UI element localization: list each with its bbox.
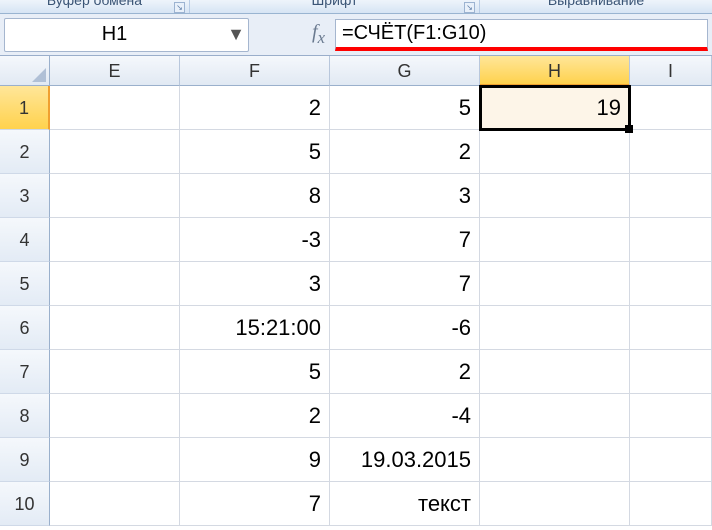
formula-area: fx =СЧЁТ(F1:G10) [255, 18, 708, 52]
cell-G4[interactable]: 7 [330, 218, 480, 262]
cell-G6[interactable]: -6 [330, 306, 480, 350]
cell-F9[interactable]: 9 [180, 438, 330, 482]
col-header-E[interactable]: E [50, 56, 180, 86]
row-header-9[interactable]: 9 [0, 438, 50, 482]
cell-G10[interactable]: текст [330, 482, 480, 526]
cell-E6[interactable] [50, 306, 180, 350]
cell-I6[interactable] [630, 306, 712, 350]
cell-I8[interactable] [630, 394, 712, 438]
col-header-G[interactable]: G [330, 56, 480, 86]
cell-I7[interactable] [630, 350, 712, 394]
cell-F7[interactable]: 5 [180, 350, 330, 394]
cell-H7[interactable] [480, 350, 630, 394]
row-header-10[interactable]: 10 [0, 482, 50, 526]
cell-I4[interactable] [630, 218, 712, 262]
cell-G9[interactable]: 19.03.2015 [330, 438, 480, 482]
select-all-triangle-icon [32, 68, 46, 82]
row-header-4[interactable]: 4 [0, 218, 50, 262]
row-header-2[interactable]: 2 [0, 130, 50, 174]
cell-I1[interactable] [630, 86, 712, 130]
row-header-5[interactable]: 5 [0, 262, 50, 306]
cell-E5[interactable] [50, 262, 180, 306]
ribbon-group-alignment: Выравнивание [480, 0, 712, 14]
cell-G7[interactable]: 2 [330, 350, 480, 394]
cell-H3[interactable] [480, 174, 630, 218]
cell-H9[interactable] [480, 438, 630, 482]
cell-I10[interactable] [630, 482, 712, 526]
ribbon-groups: Буфер обмена ↘ Шрифт ↘ Выравнивание [0, 0, 712, 14]
dialog-launcher-icon[interactable]: ↘ [174, 2, 185, 13]
cell-F4[interactable]: -3 [180, 218, 330, 262]
col-header-F[interactable]: F [180, 56, 330, 86]
select-all-corner[interactable] [0, 56, 50, 86]
cell-F8[interactable]: 2 [180, 394, 330, 438]
formula-input[interactable]: =СЧЁТ(F1:G10) [335, 19, 708, 51]
cell-H2[interactable] [480, 130, 630, 174]
cell-I2[interactable] [630, 130, 712, 174]
ribbon-group-font: Шрифт ↘ [190, 0, 480, 14]
cell-I3[interactable] [630, 174, 712, 218]
chevron-down-icon[interactable]: ▼ [224, 19, 248, 51]
fx-button[interactable]: fx [255, 19, 335, 51]
cell-H5[interactable] [480, 262, 630, 306]
ribbon-group-label: Шрифт [311, 0, 357, 5]
ribbon-group-clipboard: Буфер обмена ↘ [0, 0, 190, 14]
cell-E8[interactable] [50, 394, 180, 438]
cell-G2[interactable]: 2 [330, 130, 480, 174]
row-header-6[interactable]: 6 [0, 306, 50, 350]
row-header-1[interactable]: 1 [0, 86, 50, 130]
cell-E4[interactable] [50, 218, 180, 262]
ribbon-group-label: Буфер обмена [47, 0, 142, 5]
cell-F3[interactable]: 8 [180, 174, 330, 218]
cell-E7[interactable] [50, 350, 180, 394]
formula-bar: H1 ▼ fx =СЧЁТ(F1:G10) [0, 14, 712, 56]
cell-F1[interactable]: 2 [180, 86, 330, 130]
dialog-launcher-icon[interactable]: ↘ [464, 2, 475, 13]
row-header-3[interactable]: 3 [0, 174, 50, 218]
row-header-7[interactable]: 7 [0, 350, 50, 394]
cell-I9[interactable] [630, 438, 712, 482]
cell-H6[interactable] [480, 306, 630, 350]
cell-H4[interactable] [480, 218, 630, 262]
ribbon-group-label: Выравнивание [548, 0, 644, 5]
spreadsheet-grid[interactable]: E F G H I 1 2 5 19 2 5 2 3 8 3 4 -3 7 5 … [0, 56, 712, 526]
cell-F2[interactable]: 5 [180, 130, 330, 174]
cell-F5[interactable]: 3 [180, 262, 330, 306]
col-header-H[interactable]: H [480, 56, 630, 86]
cell-G3[interactable]: 3 [330, 174, 480, 218]
fill-handle[interactable] [625, 125, 633, 133]
namebox-value: H1 [5, 23, 224, 46]
formula-text: =СЧЁТ(F1:G10) [342, 22, 486, 45]
cell-F10[interactable]: 7 [180, 482, 330, 526]
col-header-I[interactable]: I [630, 56, 712, 86]
cell-F6[interactable]: 15:21:00 [180, 306, 330, 350]
cell-G1[interactable]: 5 [330, 86, 480, 130]
cell-E9[interactable] [50, 438, 180, 482]
cell-E3[interactable] [50, 174, 180, 218]
fx-icon: fx [312, 21, 325, 48]
cell-E1[interactable] [50, 86, 180, 130]
cell-H1[interactable]: 19 [480, 86, 630, 130]
cell-I5[interactable] [630, 262, 712, 306]
cell-E2[interactable] [50, 130, 180, 174]
cell-H10[interactable] [480, 482, 630, 526]
row-header-8[interactable]: 8 [0, 394, 50, 438]
cell-G8[interactable]: -4 [330, 394, 480, 438]
namebox[interactable]: H1 ▼ [4, 18, 249, 52]
cell-E10[interactable] [50, 482, 180, 526]
cell-H8[interactable] [480, 394, 630, 438]
cell-G5[interactable]: 7 [330, 262, 480, 306]
